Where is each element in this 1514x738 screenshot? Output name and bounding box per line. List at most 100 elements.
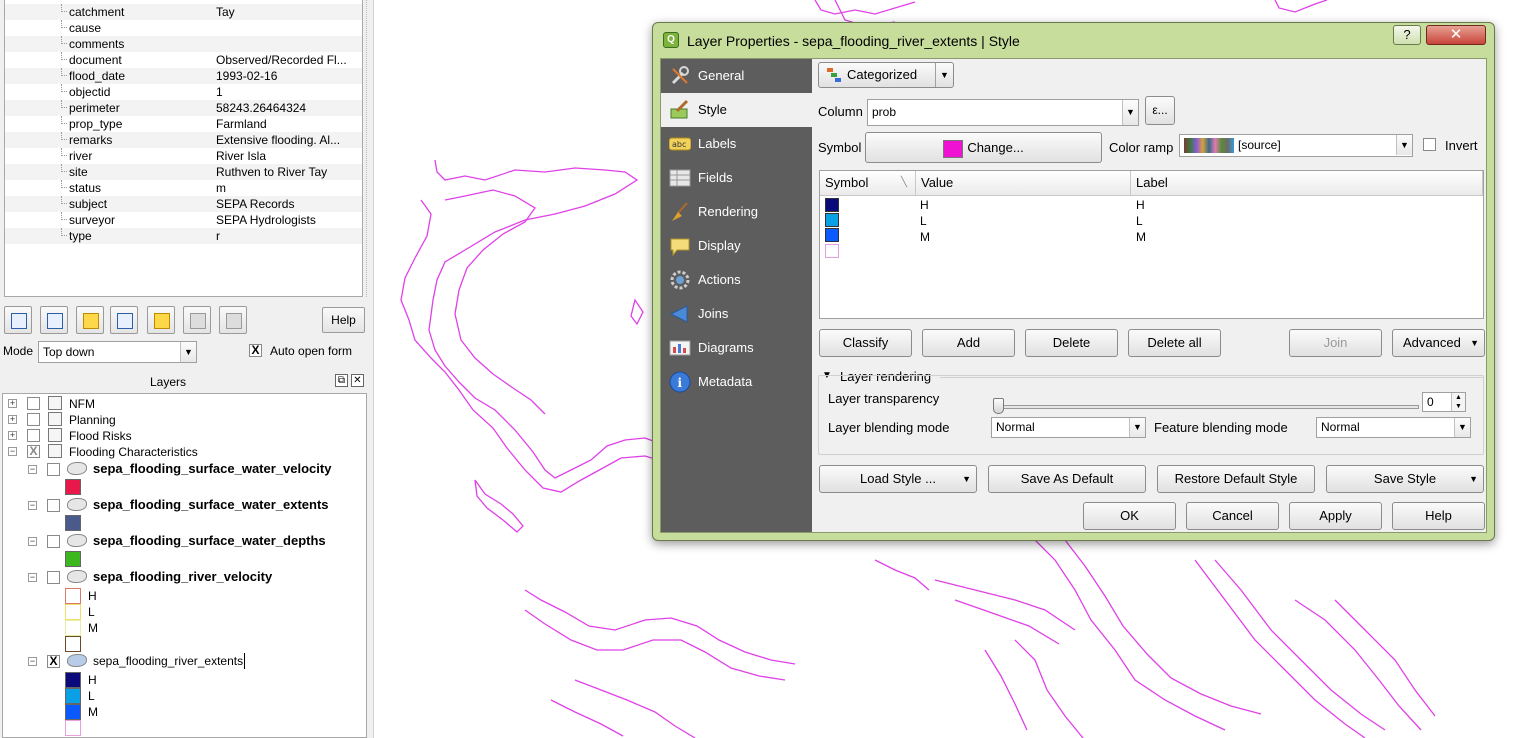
attr-row[interactable]: remarks Extensive flooding. Al... (5, 132, 362, 148)
save-as-default-button[interactable]: Save As Default (988, 465, 1146, 493)
group-checkbox[interactable] (27, 429, 40, 442)
layer-checkbox[interactable]: X (47, 655, 60, 668)
class-symbol[interactable] (825, 244, 839, 258)
identify-help-button[interactable]: Help (322, 307, 365, 333)
delete-all-button[interactable]: Delete all (1128, 329, 1221, 357)
spin-arrows-icon[interactable]: ▲ ▼ (1451, 393, 1465, 411)
nav-item-fields[interactable]: Fields (661, 161, 812, 195)
attr-row[interactable]: site Ruthven to River Tay (5, 164, 362, 180)
identify-results-tree[interactable]: catchment Tay cause comments document Obse… (4, 0, 363, 297)
color-ramp-select[interactable]: [source] ▼ (1179, 134, 1413, 157)
attr-row[interactable]: objectid 1 (5, 84, 362, 100)
attr-row[interactable]: flood_date 1993-02-16 (5, 68, 362, 84)
attr-row[interactable]: subject SEPA Records (5, 196, 362, 212)
collapse-icon[interactable]: − (28, 573, 37, 582)
categories-table[interactable]: Symbol ╲ Value Label H H L L M M (819, 170, 1484, 319)
feature-blending-select[interactable]: Normal ▼ (1316, 417, 1471, 438)
nav-item-metadata[interactable]: i Metadata (661, 365, 812, 399)
nav-item-joins[interactable]: Joins (661, 297, 812, 331)
nav-item-diagrams[interactable]: Diagrams (661, 331, 812, 365)
panel-splitter[interactable] (366, 0, 374, 297)
nav-item-general[interactable]: General (661, 59, 812, 93)
delete-class-button[interactable]: Delete (1025, 329, 1118, 357)
expand-new-results-button[interactable] (76, 306, 104, 334)
layer-name-editing[interactable]: sepa_flooding_river_extents (93, 653, 246, 669)
expand-icon[interactable]: + (8, 415, 17, 424)
restore-default-button[interactable]: Restore Default Style (1157, 465, 1315, 493)
close-panel-button[interactable]: ✕ (351, 374, 364, 387)
expand-icon[interactable]: + (8, 399, 17, 408)
collapse-icon[interactable]: − (28, 657, 37, 666)
open-form-button[interactable] (110, 306, 138, 334)
transparency-spinbox[interactable]: 0 ▲ ▼ (1422, 392, 1466, 412)
help-button[interactable]: Help (1392, 502, 1485, 530)
mode-select[interactable]: Top down ▼ (38, 341, 197, 363)
attr-row[interactable]: catchment Tay (5, 4, 362, 20)
nav-item-display[interactable]: Display (661, 229, 812, 263)
expand-tree-button[interactable] (4, 306, 32, 334)
blending-mode-select[interactable]: Normal ▼ (991, 417, 1146, 438)
column-header-label[interactable]: Label (1131, 171, 1483, 196)
close-button[interactable]: ✕ (1426, 25, 1486, 45)
expand-icon[interactable]: + (8, 431, 17, 440)
nav-item-actions[interactable]: Actions (661, 263, 812, 297)
layer-checkbox[interactable] (47, 535, 60, 548)
layer-checkbox[interactable] (47, 571, 60, 584)
attr-row[interactable]: perimeter 58243.26464324 (5, 100, 362, 116)
layer-name[interactable]: sepa_flooding_surface_water_depths (93, 533, 326, 549)
class-symbol[interactable] (825, 228, 839, 242)
print-button[interactable] (219, 306, 247, 334)
change-symbol-button[interactable]: Change... (865, 132, 1102, 163)
invert-checkbox[interactable] (1423, 138, 1436, 151)
attr-row[interactable]: river River Isla (5, 148, 362, 164)
attr-row[interactable]: surveyor SEPA Hydrologists (5, 212, 362, 228)
attr-row[interactable]: comments (5, 36, 362, 52)
class-symbol[interactable] (825, 213, 839, 227)
renderer-type-select[interactable]: Categorized ▼ (818, 62, 954, 88)
column-header-value[interactable]: Value (916, 171, 1131, 196)
layer-checkbox[interactable] (47, 463, 60, 476)
layer-name[interactable]: sepa_flooding_surface_water_extents (93, 497, 329, 513)
copy-feature-button[interactable] (183, 306, 211, 334)
attr-row[interactable]: status m (5, 180, 362, 196)
ok-button[interactable]: OK (1083, 502, 1176, 530)
collapse-tree-button[interactable] (40, 306, 68, 334)
collapse-icon[interactable]: − (28, 501, 37, 510)
auto-open-checkbox[interactable]: X (249, 344, 262, 357)
collapse-icon[interactable]: − (28, 465, 37, 474)
group-checkbox[interactable] (27, 397, 40, 410)
class-symbol[interactable] (825, 198, 839, 212)
add-class-button[interactable]: Add (922, 329, 1015, 357)
collapse-icon[interactable]: − (28, 537, 37, 546)
attr-row[interactable]: cause (5, 20, 362, 36)
cancel-button[interactable]: Cancel (1186, 502, 1279, 530)
column-select[interactable]: prob ▼ (867, 99, 1139, 126)
attr-row[interactable]: type r (5, 228, 362, 244)
transparency-slider-thumb[interactable] (993, 398, 1004, 414)
layers-tree[interactable]: + NFM + Planning + Flood Risks − X Flood… (2, 393, 367, 738)
collapse-icon[interactable]: − (8, 447, 17, 456)
save-style-button[interactable]: Save Style ▼ (1326, 465, 1484, 493)
context-help-button[interactable]: ? (1393, 25, 1421, 45)
layer-name[interactable]: sepa_flooding_surface_water_velocity (93, 461, 331, 477)
group-checkbox[interactable] (27, 413, 40, 426)
layer-name[interactable]: sepa_flooding_river_velocity (93, 569, 272, 585)
advanced-button[interactable]: Advanced ▼ (1392, 329, 1485, 357)
expression-button[interactable]: ε... (1145, 96, 1175, 125)
nav-item-rendering[interactable]: Rendering (661, 195, 812, 229)
clear-results-button[interactable] (147, 306, 175, 334)
transparency-slider-track[interactable] (999, 405, 1419, 409)
attr-row[interactable]: document Observed/Recorded Fl... (5, 52, 362, 68)
float-panel-button[interactable]: ⧉ (335, 374, 348, 387)
join-button[interactable]: Join (1289, 329, 1382, 357)
layer-checkbox[interactable] (47, 499, 60, 512)
attr-row[interactable]: prop_type Farmland (5, 116, 362, 132)
apply-button[interactable]: Apply (1289, 502, 1382, 530)
nav-item-labels[interactable]: abc Labels (661, 127, 812, 161)
column-header-symbol[interactable]: Symbol ╲ (820, 171, 916, 196)
group-checkbox[interactable]: X (27, 445, 40, 458)
chevron-down-icon: ▼ (962, 474, 971, 484)
nav-item-style[interactable]: Style (661, 93, 812, 127)
classify-button[interactable]: Classify (819, 329, 912, 357)
load-style-button[interactable]: Load Style ... ▼ (819, 465, 977, 493)
